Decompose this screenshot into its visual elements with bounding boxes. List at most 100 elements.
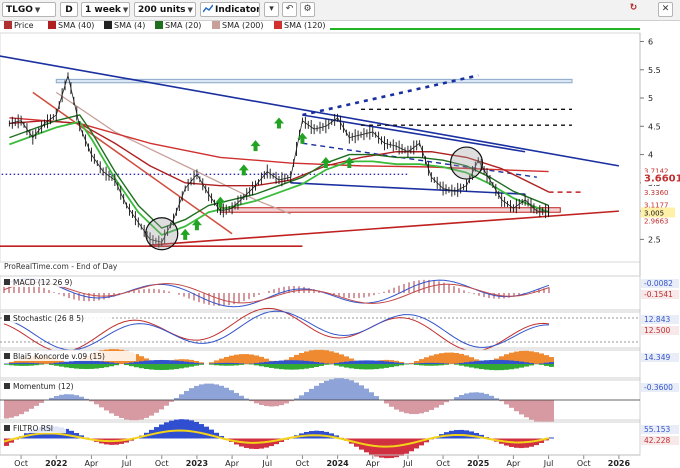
units-select[interactable]: 200 units ▼ <box>134 2 196 17</box>
indicator-value: 12.843 <box>644 315 670 324</box>
koncorde-green-area <box>279 364 284 370</box>
x-tick-label: Oct <box>155 459 169 468</box>
koncorde-blue-area <box>489 359 494 364</box>
symbol-code-button[interactable]: D <box>60 2 78 17</box>
koncorde-green-area <box>399 364 404 366</box>
koncorde-orange-area <box>229 355 234 364</box>
indicators-chart-icon <box>202 4 214 13</box>
momentum-area <box>309 388 314 400</box>
koncorde-green-area <box>69 364 74 369</box>
koncorde-blue-area <box>309 361 314 364</box>
koncorde-blue-area <box>79 360 84 364</box>
legend-swatch <box>4 21 12 29</box>
koncorde-orange-area <box>239 354 244 364</box>
momentum-area <box>204 383 209 400</box>
koncorde-green-area <box>549 364 554 367</box>
undo-icon[interactable]: ↶ <box>282 2 297 17</box>
x-tick-label: Oct <box>577 459 591 468</box>
koncorde-blue-area <box>94 360 99 364</box>
indicators-button[interactable]: Indicators <box>200 2 260 17</box>
momentum-area <box>234 392 239 400</box>
koncorde-orange-area <box>439 353 444 364</box>
koncorde-blue-area <box>139 361 144 364</box>
momentum-area <box>79 396 84 400</box>
momentum-area <box>414 400 419 415</box>
koncorde-blue-area <box>89 360 94 364</box>
legend-sma40[interactable]: SMA (40) <box>48 20 94 31</box>
koncorde-blue-area <box>194 362 199 364</box>
legend-sma120[interactable]: SMA (120) <box>274 20 326 31</box>
momentum-area <box>394 400 399 410</box>
koncorde-blue-area <box>229 362 234 364</box>
momentum-area <box>254 400 259 404</box>
symbol-select[interactable]: TLGO ▼ <box>2 2 56 17</box>
koncorde-orange-area <box>234 354 239 364</box>
momentum-area <box>479 392 484 400</box>
units-caret-icon: ▼ <box>187 6 193 14</box>
legend-swatch <box>155 21 163 29</box>
koncorde-green-area <box>529 364 534 366</box>
koncorde-green-area <box>504 364 509 370</box>
y-tick-label: 5 <box>648 94 653 103</box>
momentum-area <box>119 400 124 419</box>
koncorde-green-area <box>224 364 229 366</box>
koncorde-blue-area <box>289 360 294 364</box>
koncorde-green-area <box>389 364 394 368</box>
koncorde-green-area <box>74 364 79 369</box>
koncorde-green-area <box>184 364 189 368</box>
period-select[interactable]: 1 week ▼ <box>81 2 130 17</box>
koncorde-blue-area <box>494 359 499 364</box>
legend-price[interactable]: Price <box>4 20 34 31</box>
momentum-area <box>524 400 529 418</box>
koncorde-blue-area <box>429 362 434 364</box>
koncorde-blue-area <box>399 363 404 364</box>
koncorde-green-area <box>269 364 274 368</box>
momentum-area <box>469 392 474 400</box>
koncorde-green-area <box>254 364 259 366</box>
momentum-area <box>339 378 344 400</box>
koncorde-green-area <box>159 364 164 371</box>
chart-area[interactable]: 2.533.544.555.563.71423.66013.33603.1177… <box>0 0 680 468</box>
down-arrow-icon[interactable]: ▾ <box>264 2 279 17</box>
momentum-area <box>454 397 459 400</box>
momentum-area <box>99 400 104 408</box>
koncorde-blue-area <box>184 361 189 364</box>
koncorde-green-area <box>489 364 494 371</box>
koncorde-blue-area <box>99 361 104 364</box>
koncorde-blue-area <box>149 360 154 364</box>
legend-sma4[interactable]: SMA (4) <box>104 20 145 31</box>
koncorde-green-area <box>104 364 109 368</box>
koncorde-orange-area <box>324 350 329 364</box>
koncorde-blue-area <box>9 363 14 364</box>
settings-gear-icon[interactable]: ⚙ <box>300 2 315 17</box>
legend-label: SMA (20) <box>165 21 202 30</box>
koncorde-orange-area <box>314 349 319 364</box>
koncorde-blue-area <box>374 360 379 364</box>
momentum-area <box>424 400 429 412</box>
koncorde-blue-area <box>434 362 439 364</box>
koncorde-green-area <box>84 364 89 370</box>
momentum-area <box>184 390 189 400</box>
koncorde-green-area <box>509 364 514 370</box>
koncorde-orange-area <box>334 352 339 364</box>
koncorde-green-area <box>219 364 224 366</box>
indicator-swatch <box>4 383 10 389</box>
indicator-value: 42.228 <box>644 436 670 445</box>
close-icon[interactable]: ✕ <box>658 2 673 17</box>
highlight-circle <box>145 217 179 251</box>
legend-sma200[interactable]: SMA (200) <box>212 20 264 31</box>
momentum-area <box>509 400 514 408</box>
koncorde-blue-area <box>314 362 319 364</box>
legend-label: SMA (40) <box>58 21 95 30</box>
momentum-area <box>64 394 69 400</box>
refresh-icon[interactable]: ↻ <box>626 2 641 17</box>
koncorde-green-area <box>264 364 269 368</box>
koncorde-blue-area <box>299 360 304 364</box>
legend-sma20[interactable]: SMA (20) <box>155 20 201 31</box>
price-label: 3.6601 <box>644 174 680 185</box>
koncorde-green-area <box>524 364 529 367</box>
momentum-area <box>464 393 469 400</box>
koncorde-green-area <box>464 364 469 367</box>
momentum-area <box>264 400 269 407</box>
koncorde-blue-area <box>359 360 364 364</box>
